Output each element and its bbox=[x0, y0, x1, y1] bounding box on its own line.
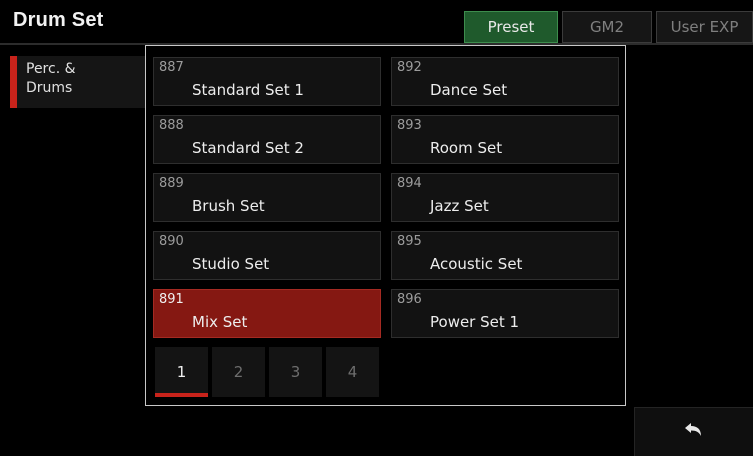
voice-number: 889 bbox=[159, 176, 184, 191]
back-button[interactable] bbox=[634, 407, 753, 456]
tab-user-exp[interactable]: User EXP bbox=[656, 11, 753, 43]
voice-number: 896 bbox=[397, 292, 422, 307]
voice-name: Power Set 1 bbox=[430, 313, 520, 331]
voice-list-panel: 887 Standard Set 1 888 Standard Set 2 88… bbox=[145, 45, 626, 406]
voice-name: Room Set bbox=[430, 139, 503, 157]
voice-name: Jazz Set bbox=[430, 197, 489, 215]
voice-number: 887 bbox=[159, 60, 184, 75]
voice-number: 894 bbox=[397, 176, 422, 191]
sidebar-item-perc-drums[interactable]: Perc. & Drums bbox=[10, 56, 145, 108]
voice-card[interactable]: 894 Jazz Set bbox=[391, 173, 619, 222]
header-bar: Drum Set Preset GM2 User EXP bbox=[0, 0, 753, 45]
voice-card[interactable]: 895 Acoustic Set bbox=[391, 231, 619, 280]
voice-name: Dance Set bbox=[430, 81, 508, 99]
page-button-4[interactable]: 4 bbox=[326, 347, 379, 397]
voice-number: 888 bbox=[159, 118, 184, 133]
voice-card[interactable]: 887 Standard Set 1 bbox=[153, 57, 381, 106]
voice-card[interactable]: 890 Studio Set bbox=[153, 231, 381, 280]
voice-card-selected[interactable]: 891 Mix Set bbox=[153, 289, 381, 338]
voice-name: Mix Set bbox=[192, 313, 248, 331]
voice-card[interactable]: 892 Dance Set bbox=[391, 57, 619, 106]
voice-name: Standard Set 2 bbox=[192, 139, 304, 157]
page-title: Drum Set bbox=[13, 9, 104, 31]
voice-number: 891 bbox=[159, 292, 184, 307]
voice-number: 890 bbox=[159, 234, 184, 249]
voice-number: 892 bbox=[397, 60, 422, 75]
page-button-3[interactable]: 3 bbox=[269, 347, 322, 397]
voice-number: 895 bbox=[397, 234, 422, 249]
voice-card[interactable]: 896 Power Set 1 bbox=[391, 289, 619, 338]
return-arrow-icon bbox=[685, 423, 701, 436]
voice-number: 893 bbox=[397, 118, 422, 133]
voice-card[interactable]: 893 Room Set bbox=[391, 115, 619, 164]
page-button-2[interactable]: 2 bbox=[212, 347, 265, 397]
voice-card[interactable]: 888 Standard Set 2 bbox=[153, 115, 381, 164]
voice-name: Standard Set 1 bbox=[192, 81, 304, 99]
tab-preset[interactable]: Preset bbox=[464, 11, 558, 43]
page-button-1[interactable]: 1 bbox=[155, 347, 208, 397]
voice-card[interactable]: 889 Brush Set bbox=[153, 173, 381, 222]
tab-gm2[interactable]: GM2 bbox=[562, 11, 652, 43]
active-indicator bbox=[10, 56, 17, 108]
voice-name: Acoustic Set bbox=[430, 255, 523, 273]
voice-name: Studio Set bbox=[192, 255, 270, 273]
voice-name: Brush Set bbox=[192, 197, 265, 215]
sidebar-item-label: Perc. & Drums bbox=[26, 61, 76, 96]
